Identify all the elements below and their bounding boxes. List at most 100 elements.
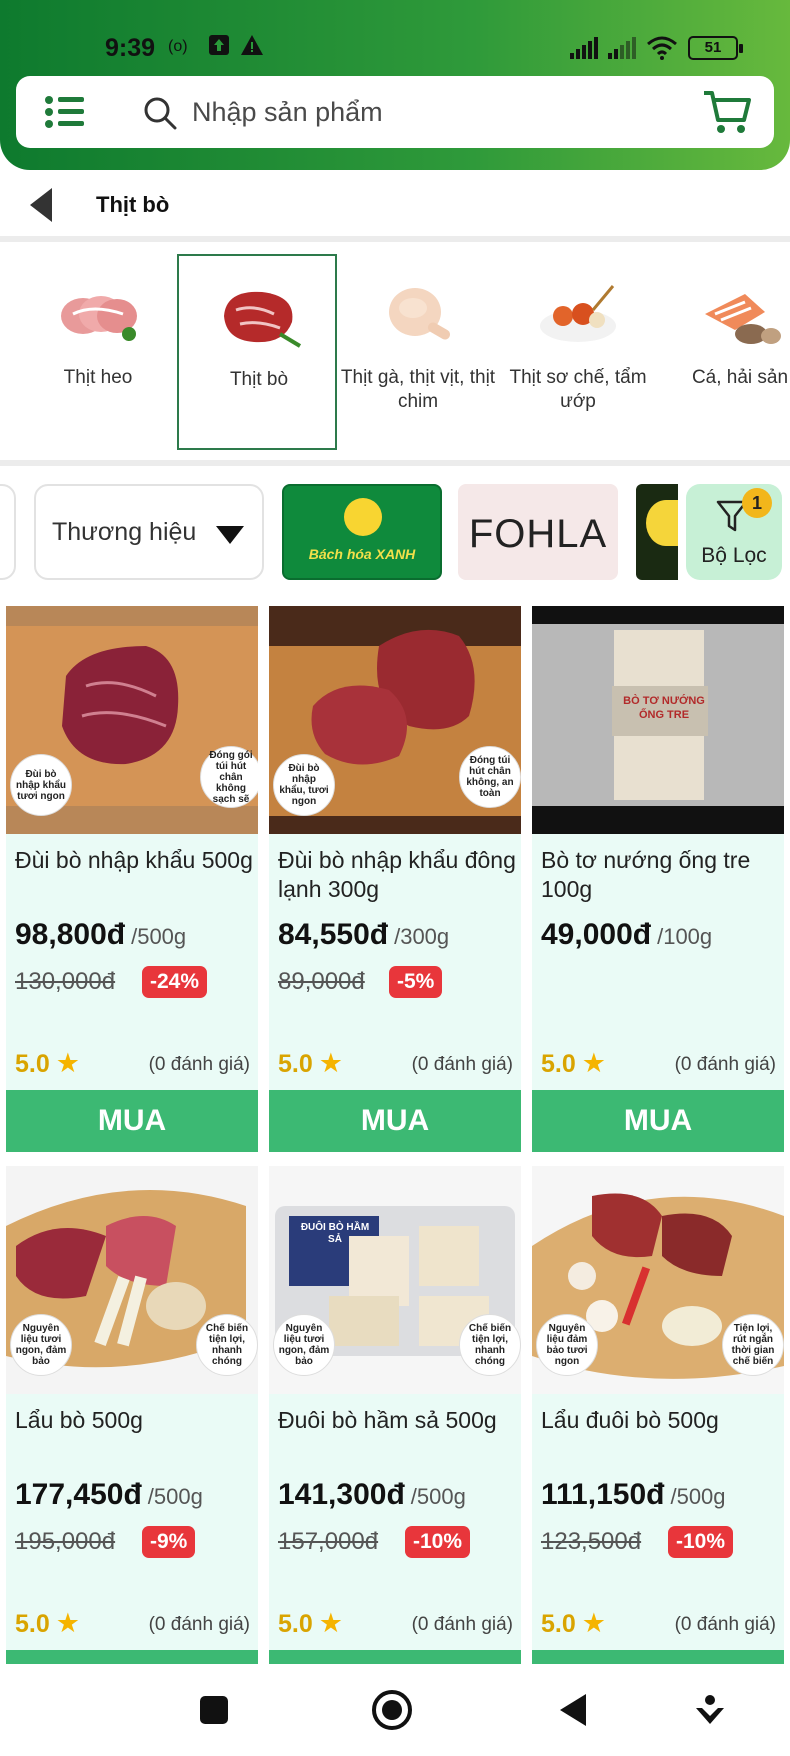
product-price-row: 84,550đ/300g xyxy=(278,918,449,952)
recents-icon[interactable] xyxy=(192,1688,236,1732)
cart-icon[interactable] xyxy=(702,88,752,136)
discount-badge: -10% xyxy=(405,1526,471,1558)
search-icon xyxy=(143,96,177,130)
app-root: 9:39 (o) 51 Nhập sản phẩm Thịt bò Thịt h… xyxy=(0,0,790,1756)
product-price-row: 49,000đ/100g xyxy=(541,918,712,952)
category-beef[interactable]: Thịt bò xyxy=(177,254,337,450)
rating-value: 5.0 xyxy=(15,1610,50,1638)
search-input[interactable] xyxy=(192,94,672,130)
status-time: 9:39 xyxy=(105,34,156,62)
product-rating: 5.0 ★ xyxy=(278,1048,343,1079)
product-name: Bò tơ nướng ống tre 100g xyxy=(541,847,751,902)
category-pork[interactable]: Thịt heo xyxy=(18,254,178,450)
product-tag: Chế biến tiện lợi, nhanh chóng xyxy=(196,1314,258,1376)
product-card[interactable]: Đùi bò nhập khẩu, tươi ngon Đóng túi hút… xyxy=(269,606,521,1152)
product-rating: 5.0 ★ xyxy=(15,1048,80,1079)
star-icon: ★ xyxy=(55,1608,80,1638)
status-bar: 9:39 (o) 51 xyxy=(0,30,790,70)
brand-dropdown-label: Thương hiệu xyxy=(52,518,197,546)
product-grid: Đùi bò nhập khẩu tươi ngon Đóng gói túi … xyxy=(0,606,790,1666)
battery-icon: 51 xyxy=(688,36,743,60)
star-icon: ★ xyxy=(581,1608,606,1638)
home-icon[interactable] xyxy=(370,1688,414,1732)
product-card[interactable]: BÒ TƠ NƯỚNG ỐNG TRE Bò tơ nướng ống tre … xyxy=(532,606,784,1152)
star-icon: ★ xyxy=(581,1048,606,1078)
star-icon: ★ xyxy=(318,1608,343,1638)
marinated-icon xyxy=(533,274,623,354)
product-price: 141,300đ xyxy=(278,1478,405,1511)
category-marinated[interactable]: Thịt sơ chế, tẩm ướp xyxy=(498,254,658,450)
product-name: Lẩu đuôi bò 500g xyxy=(541,1407,719,1433)
assistant-icon[interactable] xyxy=(688,1688,732,1732)
product-card[interactable]: Nguyên liệu đảm bảo tươi ngon Tiện lợi, … xyxy=(532,1166,784,1666)
package-label: BÒ TƠ NƯỚNG ỐNG TRE xyxy=(623,695,705,721)
product-old-price: 130,000đ xyxy=(15,968,116,995)
product-price: 177,450đ xyxy=(15,1478,142,1511)
filter-chip-partial[interactable] xyxy=(0,484,16,580)
rating-value: 5.0 xyxy=(278,1050,313,1078)
header: 9:39 (o) 51 xyxy=(0,0,790,170)
filter-button[interactable]: 1 Bộ Lọc xyxy=(686,484,782,580)
back-icon[interactable] xyxy=(26,186,56,224)
product-price-row: 141,300đ/500g xyxy=(278,1478,466,1512)
brand-bachhoaxanh[interactable]: Bách hóa XANH xyxy=(282,484,442,580)
product-price: 49,000đ xyxy=(541,918,652,951)
product-tag: Tiện lợi, rút ngắn thời gian chế biến xyxy=(722,1314,784,1376)
breadcrumb: Thịt bò xyxy=(0,178,790,234)
buy-button[interactable]: MUA xyxy=(532,1090,784,1152)
category-label: Thịt sơ chế, tẩm ướp xyxy=(509,367,647,412)
menu-icon[interactable] xyxy=(44,94,86,130)
product-old-price: 123,500đ xyxy=(541,1528,642,1555)
product-tag: Nguyên liệu tươi ngon, đảm bảo xyxy=(10,1314,72,1376)
brand-name: Bách hóa XANH xyxy=(308,546,416,562)
category-label: Thịt heo xyxy=(63,367,133,388)
search-bar xyxy=(16,76,774,148)
category-label: Thịt gà, thịt vịt, thịt chim xyxy=(340,367,496,412)
product-price-row: 98,800đ/500g xyxy=(15,918,186,952)
rating-value: 5.0 xyxy=(278,1610,313,1638)
radio-icon: (o) xyxy=(168,38,188,55)
brand-dropdown[interactable]: Thương hiệu xyxy=(34,484,264,580)
product-card[interactable]: Nguyên liệu tươi ngon, đảm bảo Chế biến … xyxy=(6,1166,258,1666)
divider xyxy=(0,236,790,242)
buy-button[interactable]: MUA xyxy=(6,1090,258,1152)
product-unit: /500g xyxy=(410,1484,466,1509)
product-tag: Đóng túi hút chân không, an toàn xyxy=(459,746,521,808)
discount-badge: -10% xyxy=(668,1526,734,1558)
product-price-row: 111,150đ/500g xyxy=(541,1478,726,1512)
page-title: Thịt bò xyxy=(96,192,170,217)
category-seafood[interactable]: Cá, hải sản xyxy=(660,254,790,450)
product-image: Nguyên liệu tươi ngon, đảm bảo Chế biến … xyxy=(6,1166,258,1394)
beef-icon xyxy=(214,276,304,356)
buy-button[interactable]: MUA xyxy=(269,1090,521,1152)
product-tag: Nguyên liệu tươi ngon, đảm bảo xyxy=(273,1314,335,1376)
product-unit: /500g xyxy=(131,924,187,949)
product-rating: 5.0 ★ xyxy=(278,1608,343,1639)
product-unit: /100g xyxy=(657,924,713,949)
product-image: Nguyên liệu đảm bảo tươi ngon Tiện lợi, … xyxy=(532,1166,784,1394)
product-name: Lẩu bò 500g xyxy=(15,1407,143,1433)
discount-badge: -5% xyxy=(389,966,443,998)
product-unit: /500g xyxy=(147,1484,203,1509)
product-rating: 5.0 ★ xyxy=(541,1048,606,1079)
product-price: 84,550đ xyxy=(278,918,389,951)
brand-partial[interactable] xyxy=(636,484,678,580)
product-card[interactable]: ĐUÔI BÒ HẦM SẢ Nguyên liệu tươi ngon, đả… xyxy=(269,1166,521,1666)
back-nav-icon[interactable] xyxy=(552,1688,596,1732)
product-old-price: 195,000đ xyxy=(15,1528,116,1555)
brand-fohla[interactable]: FOHLA xyxy=(458,484,618,580)
star-icon: ★ xyxy=(318,1048,343,1078)
status-right: 51 xyxy=(570,36,743,60)
wifi-icon xyxy=(646,36,678,60)
package-label: ĐUÔI BÒ HẦM SẢ xyxy=(300,1222,370,1245)
category-chicken[interactable]: Thịt gà, thịt vịt, thịt chim xyxy=(338,254,498,450)
product-card[interactable]: Đùi bò nhập khẩu tươi ngon Đóng gói túi … xyxy=(6,606,258,1152)
product-price: 98,800đ xyxy=(15,918,126,951)
category-strip: Thịt heo Thịt bò Thịt gà, thịt vịt, thịt… xyxy=(0,246,790,456)
rating-value: 5.0 xyxy=(541,1050,576,1078)
product-old-price: 89,000đ xyxy=(278,968,365,995)
product-reviews: (0 đánh giá) xyxy=(411,1054,513,1075)
product-reviews: (0 đánh giá) xyxy=(674,1614,776,1635)
divider xyxy=(0,460,790,466)
product-rating: 5.0 ★ xyxy=(541,1608,606,1639)
